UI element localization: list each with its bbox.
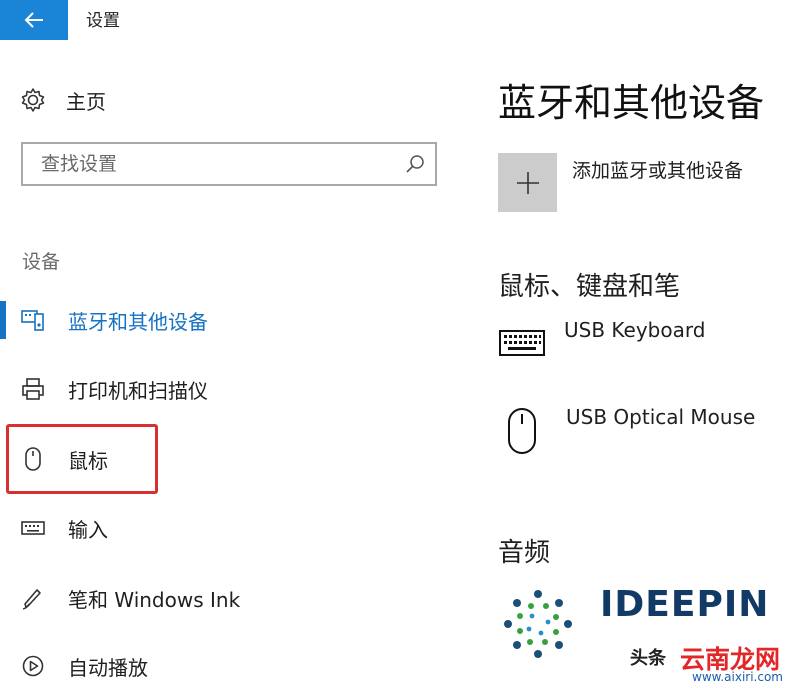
- gear-icon: [21, 88, 45, 112]
- section-heading-input-devices: 鼠标、键盘和笔: [498, 272, 681, 302]
- add-device-button[interactable]: [498, 153, 557, 212]
- keyboard-icon: [498, 328, 546, 362]
- nav-item-printers[interactable]: 打印机和扫描仪: [0, 369, 440, 409]
- plus-icon: [516, 171, 539, 194]
- nav-item-label: 打印机和扫描仪: [68, 378, 208, 403]
- back-button[interactable]: [0, 0, 68, 40]
- nav-item-label: 蓝牙和其他设备: [68, 309, 208, 334]
- watermark-caption-left: 头条: [630, 648, 666, 669]
- window-title: 设置: [86, 11, 120, 31]
- nav-item-pen[interactable]: 笔和 Windows Ink: [0, 578, 440, 618]
- printer-icon: [18, 377, 48, 401]
- device-usb-keyboard[interactable]: USB Keyboard: [498, 318, 705, 362]
- nav-item-typing[interactable]: 输入: [0, 508, 440, 548]
- home-label: 主页: [66, 89, 106, 114]
- watermark-brand: IDEEPIN: [600, 584, 770, 625]
- home-link[interactable]: 主页: [20, 84, 106, 116]
- back-arrow-icon: [24, 12, 43, 28]
- nav-item-autoplay[interactable]: 自动播放: [0, 646, 440, 686]
- nav-item-label: 笔和 Windows Ink: [68, 587, 241, 612]
- nav-item-label: 输入: [68, 517, 108, 542]
- watermark: IDEEPIN 头条 云南龙网 www.aixiri.com: [494, 576, 792, 684]
- nav-item-label: 自动播放: [68, 655, 148, 680]
- nav-item-bluetooth[interactable]: 蓝牙和其他设备: [0, 300, 440, 340]
- mouse-highlight-box: [6, 424, 158, 494]
- search-input[interactable]: [39, 152, 403, 176]
- keyboard-icon: [18, 520, 48, 536]
- device-name: USB Keyboard: [564, 318, 706, 342]
- section-heading-devices: 设备: [22, 251, 61, 273]
- bluetooth-devices-icon: [18, 308, 48, 332]
- section-heading-audio: 音频: [498, 538, 551, 568]
- pen-icon: [18, 586, 48, 610]
- search-box[interactable]: [21, 142, 437, 186]
- mouse-icon: [507, 407, 537, 459]
- device-usb-mouse[interactable]: USB Optical Mouse: [498, 405, 755, 459]
- page-title: 蓝牙和其他设备: [498, 81, 765, 125]
- add-device-label[interactable]: 添加蓝牙或其他设备: [572, 156, 743, 183]
- autoplay-icon: [18, 654, 48, 678]
- device-name: USB Optical Mouse: [566, 405, 756, 429]
- search-icon[interactable]: [405, 154, 425, 174]
- watermark-url: www.aixiri.com: [692, 670, 783, 684]
